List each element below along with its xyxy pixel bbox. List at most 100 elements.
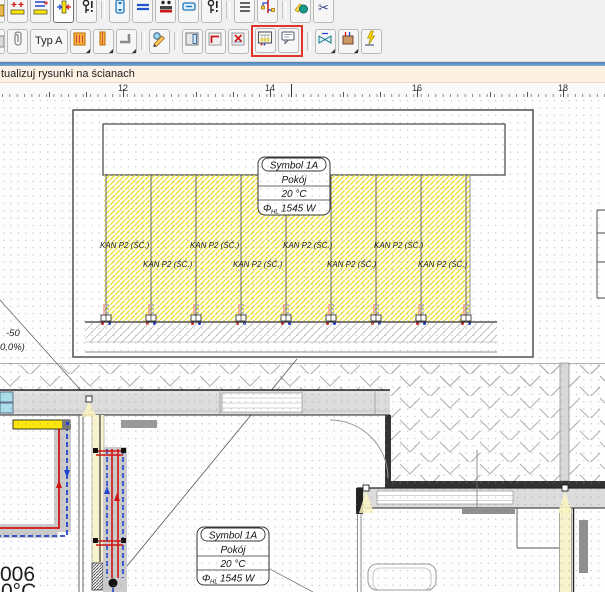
floor-hatch	[85, 323, 497, 342]
ruler-cursor-marker	[291, 84, 292, 97]
radiator-add-button[interactable]	[7, 0, 28, 23]
leader-line	[268, 568, 313, 592]
kan-label: KAN P2 (ŚĆ.)	[374, 241, 424, 250]
disconnect-button[interactable]	[228, 29, 249, 54]
kan-label: KAN P2 (ŚĆ.)	[418, 260, 468, 269]
column-type-button[interactable]	[93, 29, 114, 54]
pipe-note-line1: -50	[6, 328, 20, 339]
kan-label: KAN P2 (ŚĆ.)	[283, 241, 333, 250]
disconnect-icon	[230, 30, 246, 53]
pipe-corner-button[interactable]	[205, 29, 226, 54]
collector	[0, 392, 13, 402]
toolbar-row-1: ✂	[0, 0, 605, 25]
app-window: ✂ Typ A tualizuj rysunki	[0, 0, 605, 592]
typ-a-button[interactable]: Typ A	[30, 29, 68, 54]
ruler-tick	[270, 89, 271, 97]
drawing-canvas[interactable]: Symbol 1A Pokój 20 °C Φ HL 1545 W	[0, 97, 605, 592]
check-key-icon	[204, 0, 220, 21]
radiator-align-button[interactable]	[53, 0, 74, 23]
svg-text:✂: ✂	[318, 0, 329, 15]
radiator-align-icon	[56, 0, 72, 21]
valve-icon	[317, 30, 333, 53]
recolor-icon	[293, 0, 309, 21]
horizontal-ruler[interactable]: 12 14 16 18	[0, 83, 605, 97]
double-pipe-button[interactable]	[132, 0, 153, 23]
node-marker	[363, 485, 369, 491]
wall-view-button[interactable]	[255, 28, 276, 53]
kan-label: KAN P2 (ŚĆ.)	[190, 241, 240, 250]
radiator[interactable]	[13, 420, 70, 429]
paperclip-button[interactable]	[7, 29, 28, 54]
window	[377, 491, 513, 504]
toolbar-separator	[141, 32, 145, 50]
pump-symbol	[109, 579, 118, 588]
pipe-tree-button[interactable]	[257, 0, 278, 23]
wall-view-drawing: KAN P2 (ŚĆ.) KAN P2 (ŚĆ.) KAN P2 (ŚĆ.) K…	[73, 110, 533, 357]
column-radiator-icon	[112, 0, 128, 21]
plan-top-wall	[0, 390, 390, 415]
radiator-sections-icon	[158, 0, 174, 21]
room-label-table-upper[interactable]	[258, 157, 330, 216]
wall-view-icon	[257, 29, 273, 52]
scissors-icon: ✂	[316, 0, 332, 21]
partial-icon[interactable]	[0, 29, 5, 54]
ruler-tick	[417, 89, 418, 97]
kan-label: KAN P2 (ŚĆ.)	[143, 260, 193, 269]
toolbar: ✂ Typ A	[0, 0, 605, 62]
scissors-button[interactable]: ✂	[313, 0, 334, 23]
corner-text-line2: 0°C	[1, 580, 36, 592]
ruler-tick	[563, 89, 564, 97]
check-key-button[interactable]	[76, 0, 97, 23]
flow-radiator-button[interactable]	[338, 29, 359, 54]
radiator-type-icon	[72, 30, 88, 53]
partial-icon[interactable]	[0, 0, 5, 23]
kan-label: KAN P2 (ŚĆ.)	[100, 241, 150, 250]
wall	[79, 415, 83, 592]
toolbar-separator	[101, 1, 105, 19]
flow-radiator-icon	[340, 30, 356, 53]
valve-button[interactable]	[315, 29, 336, 54]
wall	[385, 481, 605, 488]
pipe-type-icon	[118, 30, 134, 53]
pipe-tree-icon	[260, 0, 276, 21]
note-bubble-icon	[280, 29, 296, 52]
toolbar-row-2: Typ A	[0, 26, 383, 56]
radiator[interactable]	[579, 520, 588, 573]
radiator-add-icon	[10, 0, 26, 21]
lightning-button[interactable]	[361, 29, 382, 54]
check-key-button[interactable]	[201, 0, 222, 23]
room-button[interactable]	[182, 29, 203, 54]
radiator-rows-button[interactable]	[30, 0, 51, 23]
door-arc	[330, 420, 388, 478]
radiator-type-button[interactable]	[70, 29, 91, 54]
radiator[interactable]	[462, 508, 515, 514]
double-pipe-icon	[135, 0, 151, 21]
shaft	[517, 508, 560, 548]
toolbar-separator	[226, 1, 230, 19]
note-bubble-button[interactable]	[278, 28, 299, 53]
edit-pencil-button[interactable]	[149, 29, 170, 54]
toolbar-separator	[282, 1, 286, 19]
radiator-sections-button[interactable]	[155, 0, 176, 23]
typ-a-label: Typ A	[35, 35, 63, 47]
list-lines-button[interactable]	[234, 0, 255, 23]
node-marker	[86, 396, 92, 402]
pipe-corner-icon	[207, 30, 223, 53]
recolor-button[interactable]	[290, 0, 311, 23]
interior-wall	[560, 363, 569, 481]
kan-label: KAN P2 (ŚĆ.)	[327, 260, 377, 269]
column-type-icon	[95, 30, 111, 53]
list-lines-icon	[237, 0, 253, 21]
room-label-table-lower[interactable]	[197, 527, 269, 586]
highlight-red-box	[251, 25, 303, 57]
window	[222, 393, 302, 412]
radiator[interactable]	[121, 420, 157, 428]
room-icon	[184, 30, 200, 53]
horizontal-radiator-button[interactable]	[178, 0, 199, 23]
hint-bar: tualizuj rysunki na ścianach	[0, 66, 605, 83]
pipe-type-button[interactable]	[116, 29, 137, 54]
pipe-note-line2: 0,0%)	[0, 342, 25, 353]
column-radiator-button[interactable]	[109, 0, 130, 23]
toolbar-separator	[174, 32, 178, 50]
edit-pencil-icon	[151, 30, 167, 53]
